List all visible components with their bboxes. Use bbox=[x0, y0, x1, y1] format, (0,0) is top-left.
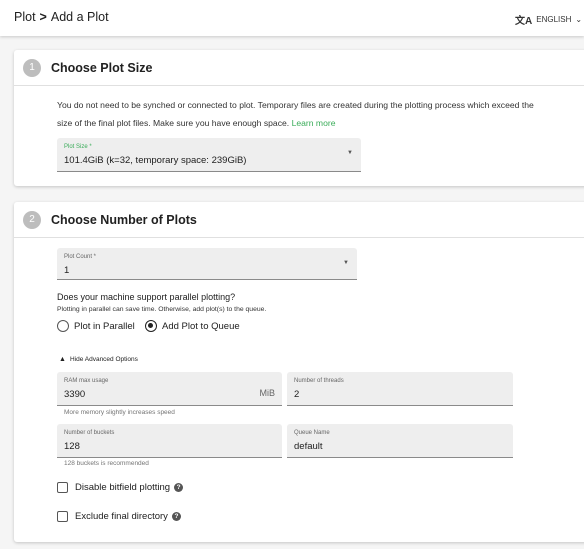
breadcrumb-current: Add a Plot bbox=[50, 10, 109, 24]
language-label: ENGLISH bbox=[536, 15, 572, 24]
plot-size-label: Plot Size * bbox=[64, 144, 92, 150]
buckets-label: Number of buckets bbox=[64, 430, 115, 436]
queue-name-field[interactable]: Queue Name default bbox=[287, 424, 513, 458]
plot-count-card: 2 Choose Number of Plots Plot Count * 1 … bbox=[14, 202, 584, 542]
breadcrumb-separator: > bbox=[39, 10, 47, 24]
plot-size-card: 1 Choose Plot Size You do not need to be… bbox=[14, 50, 584, 186]
plot-size-select[interactable]: Plot Size * 101.4GiB (k=32, temporary sp… bbox=[57, 138, 361, 172]
step-header: 2 Choose Number of Plots bbox=[14, 202, 584, 238]
advanced-toggle-label: Hide Advanced Options bbox=[69, 356, 138, 363]
ram-helper-text: More memory slightly increases speed bbox=[64, 409, 175, 416]
checkbox-unchecked-icon bbox=[57, 482, 68, 493]
dropdown-arrow-icon: ▼ bbox=[347, 150, 353, 156]
parallel-question: Does your machine support parallel plott… bbox=[57, 292, 236, 302]
dropdown-arrow-icon: ▼ bbox=[343, 260, 349, 266]
radio-plot-in-parallel[interactable]: Plot in Parallel bbox=[57, 320, 135, 332]
number-of-buckets-field[interactable]: Number of buckets 128 bbox=[57, 424, 282, 458]
language-selector[interactable]: 文A ENGLISH ⌄ bbox=[515, 12, 582, 27]
radio-unchecked-icon bbox=[57, 320, 69, 332]
plot-count-value: 1 bbox=[64, 265, 70, 276]
radio-add-plot-to-queue[interactable]: Add Plot to Queue bbox=[145, 320, 240, 332]
plot-count-label: Plot Count * bbox=[64, 254, 97, 260]
step-number-badge: 1 bbox=[23, 59, 41, 77]
radio-label: Add Plot to Queue bbox=[162, 320, 240, 332]
number-of-threads-field[interactable]: Number of threads 2 bbox=[287, 372, 513, 406]
ram-value: 3390 bbox=[64, 389, 86, 400]
buckets-value: 128 bbox=[64, 441, 80, 452]
radio-checked-icon bbox=[145, 320, 157, 332]
chevron-up-icon: ▲ bbox=[59, 356, 66, 363]
queue-value: default bbox=[294, 441, 323, 452]
disable-bitfield-checkbox[interactable]: Disable bitfield plotting ? bbox=[57, 482, 184, 493]
step-title: Choose Number of Plots bbox=[51, 213, 197, 227]
breadcrumb: Plot > Add a Plot bbox=[14, 10, 109, 24]
help-icon[interactable]: ? bbox=[171, 512, 181, 521]
translate-icon: 文A bbox=[515, 16, 533, 27]
top-bar: Plot > Add a Plot 文A ENGLISH ⌄ bbox=[0, 0, 584, 36]
threads-value: 2 bbox=[294, 389, 300, 400]
exclude-final-label: Exclude final directory bbox=[75, 511, 168, 522]
step-number-badge: 2 bbox=[23, 211, 41, 229]
breadcrumb-root[interactable]: Plot bbox=[14, 10, 36, 24]
learn-more-link[interactable]: Learn more bbox=[292, 118, 336, 128]
plot-size-value: 101.4GiB (k=32, temporary space: 239GiB) bbox=[64, 155, 247, 166]
queue-label: Queue Name bbox=[294, 430, 330, 436]
help-icon[interactable]: ? bbox=[174, 483, 184, 492]
ram-label: RAM max usage bbox=[64, 378, 109, 384]
threads-label: Number of threads bbox=[294, 378, 344, 384]
step-title: Choose Plot Size bbox=[51, 61, 153, 75]
step-header: 1 Choose Plot Size bbox=[14, 50, 584, 86]
buckets-helper-text: 128 buckets is recommended bbox=[64, 460, 149, 467]
hide-advanced-options-toggle[interactable]: ▲ Hide Advanced Options bbox=[59, 356, 138, 363]
plot-size-description: You do not need to be synched or connect… bbox=[57, 96, 537, 132]
chevron-down-icon: ⌄ bbox=[575, 15, 583, 24]
parallel-help-text: Plotting in parallel can save time. Othe… bbox=[57, 306, 267, 313]
radio-label: Plot in Parallel bbox=[74, 320, 135, 332]
ram-max-usage-field[interactable]: RAM max usage 3390 MiB bbox=[57, 372, 282, 406]
exclude-final-directory-checkbox[interactable]: Exclude final directory ? bbox=[57, 511, 181, 522]
disable-bitfield-label: Disable bitfield plotting bbox=[75, 482, 171, 493]
ram-unit: MiB bbox=[259, 388, 276, 398]
checkbox-unchecked-icon bbox=[57, 511, 68, 522]
plot-count-select[interactable]: Plot Count * 1 ▼ bbox=[57, 248, 357, 280]
